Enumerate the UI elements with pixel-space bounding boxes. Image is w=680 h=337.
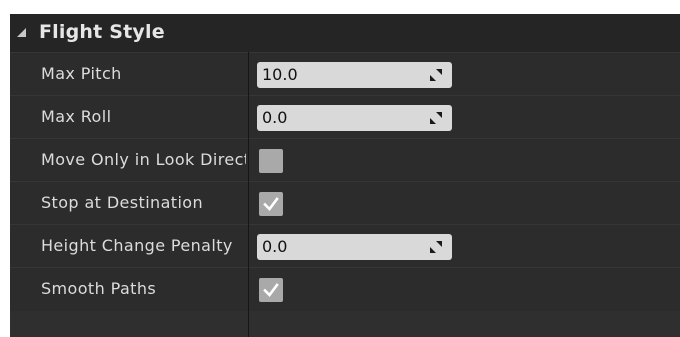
spin-drag-icon[interactable]	[428, 239, 444, 255]
stop-at-destination-checkbox[interactable]	[259, 192, 283, 216]
expanded-triangle-icon[interactable]	[17, 28, 26, 37]
height-change-penalty-input[interactable]: 0.0	[257, 234, 452, 260]
max-roll-value[interactable]: 0.0	[262, 108, 287, 127]
height-change-penalty-value[interactable]: 0.0	[262, 237, 287, 256]
max-pitch-value[interactable]: 10.0	[262, 65, 298, 84]
property-row-max-pitch: Max Pitch 10.0	[10, 52, 680, 96]
checkmark-icon	[263, 197, 279, 211]
section-header-flight-style[interactable]: Flight Style	[10, 14, 680, 52]
spin-drag-icon[interactable]	[428, 110, 444, 126]
property-row-smooth-paths: Smooth Paths	[10, 267, 680, 311]
column-divider[interactable]	[248, 52, 249, 337]
smooth-paths-checkbox[interactable]	[259, 278, 283, 302]
property-label: Max Pitch	[41, 64, 122, 83]
property-label: Move Only in Look Direction	[41, 150, 246, 169]
property-row-max-roll: Max Roll 0.0	[10, 95, 680, 139]
property-label: Stop at Destination	[41, 193, 204, 212]
details-panel: Flight Style Max Pitch 10.0 Max Roll 0.0…	[10, 14, 680, 337]
property-label: Smooth Paths	[41, 279, 157, 298]
section-title: Flight Style	[39, 21, 165, 43]
property-row-stop-at-destination: Stop at Destination	[10, 181, 680, 225]
checkmark-icon	[263, 283, 279, 297]
max-pitch-input[interactable]: 10.0	[257, 62, 452, 88]
property-row-height-change-penalty: Height Change Penalty 0.0	[10, 224, 680, 268]
spin-drag-icon[interactable]	[428, 67, 444, 83]
property-row-move-only-in-look-direction: Move Only in Look Direction	[10, 138, 680, 182]
property-label: Height Change Penalty	[41, 236, 233, 255]
max-roll-input[interactable]: 0.0	[257, 105, 452, 131]
property-label: Max Roll	[41, 107, 112, 126]
move-only-in-look-direction-checkbox[interactable]	[259, 149, 283, 173]
